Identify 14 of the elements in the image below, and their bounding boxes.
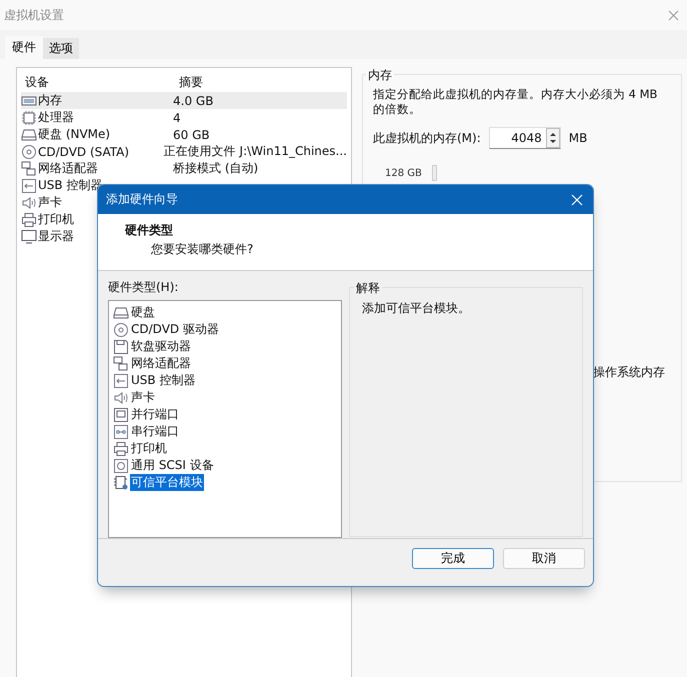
scale-label: 128 GB <box>385 168 422 178</box>
dialog-heading: 硬件类型 <box>125 222 174 239</box>
dialog-subheading: 您要安装哪类硬件? <box>151 241 254 258</box>
group-title: 解释 <box>354 280 382 297</box>
memory-description: 指定分配给此虚拟机的内存量。内存大小必须为 4 MB 的倍数。 <box>373 87 658 117</box>
dialog-title: 添加硬件向导 <box>106 191 178 208</box>
window-title: 虚拟机设置 <box>4 6 64 24</box>
column-header: 设备 <box>24 74 50 90</box>
explanation-text: 添加可信平台模块。 <box>362 300 471 317</box>
memory-label: 此虚拟机的内存(M): <box>373 130 481 146</box>
memory-note: 操作系统内存 <box>593 365 665 379</box>
column-header: 摘要 <box>178 74 203 90</box>
memory-unit: MB <box>568 131 588 145</box>
list-label: 硬件类型(H): <box>108 279 180 296</box>
